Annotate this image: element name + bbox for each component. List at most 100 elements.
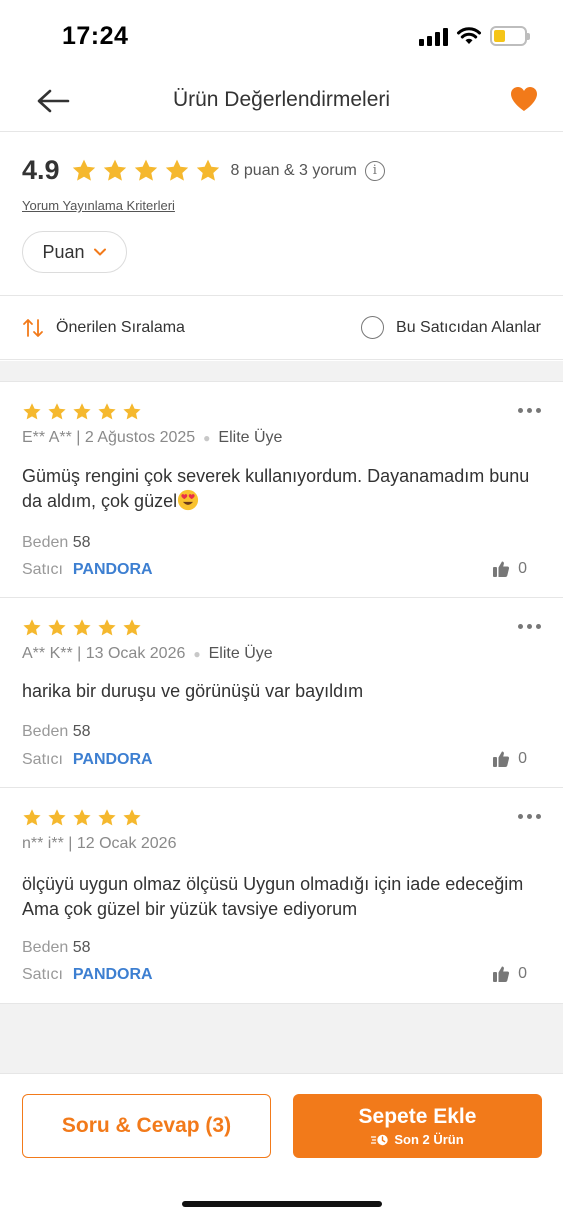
status-icons	[419, 26, 530, 46]
review-author-date: E** A** | 2 Ağustos 2025	[22, 429, 196, 446]
size-value: 58	[72, 534, 91, 551]
filter-label: Puan	[42, 241, 85, 262]
size-label: Beden	[22, 534, 69, 551]
star-icon	[48, 403, 66, 420]
review-meta: A** K** | 13 Ocak 2026 ● Elite Üye	[22, 645, 273, 663]
star-icon	[48, 619, 66, 636]
wifi-icon	[457, 27, 481, 44]
star-icon	[165, 159, 188, 181]
thumbs-up-icon	[493, 561, 510, 577]
review-author-date: A** K** | 13 Ocak 2026	[22, 645, 186, 662]
signal-icon	[419, 27, 448, 46]
section-divider	[0, 361, 563, 382]
star-icon	[73, 809, 91, 826]
page-title: Ürün Değerlendirmeleri	[172, 88, 391, 111]
seller-link[interactable]: PANDORA	[73, 561, 153, 579]
seller-label: Satıcı	[22, 561, 63, 578]
seller-label: Satıcı	[22, 751, 63, 768]
rating-summary: 4.9 8 puan & 3 yorum i Yorum Yayınlama K…	[0, 133, 563, 296]
stock-notice-text: Son 2 Ürün	[394, 1132, 464, 1147]
app-header: Ürün Değerlendirmeleri	[0, 75, 563, 132]
average-stars	[71, 158, 221, 184]
seller-filter-toggle[interactable]: Bu Satıcıdan Alanlar	[361, 316, 541, 339]
seller-link[interactable]: PANDORA	[73, 751, 153, 769]
qa-button[interactable]: Soru & Cevap (3)	[22, 1094, 271, 1158]
like-count: 0	[518, 750, 527, 767]
sort-icon	[23, 319, 43, 337]
more-icon[interactable]	[518, 408, 541, 413]
seller-link[interactable]: PANDORA	[73, 966, 153, 984]
review-meta: E** A** | 2 Ağustos 2025 ● Elite Üye	[22, 429, 282, 447]
more-icon[interactable]	[518, 624, 541, 629]
star-icon	[72, 159, 95, 181]
review-stars	[22, 402, 142, 422]
clock-icon	[371, 1134, 389, 1145]
size-row: Beden 58	[22, 534, 91, 552]
heart-icon	[511, 87, 537, 111]
size-label: Beden	[22, 939, 69, 956]
review-comment: Gümüş rengini çok severek kullanıyordum.…	[22, 464, 541, 514]
sort-button[interactable]: Önerilen Sıralama	[22, 317, 185, 339]
star-icon	[123, 403, 141, 420]
thumbs-up-icon	[493, 966, 510, 982]
stock-notice: Son 2 Ürün	[371, 1132, 464, 1147]
member-badge: Elite Üye	[218, 429, 283, 446]
review-stars	[22, 618, 142, 638]
star-icon	[98, 619, 116, 636]
star-icon	[23, 809, 41, 826]
like-button[interactable]: 0	[492, 750, 527, 768]
review-card: A** K** | 13 Ocak 2026 ● Elite Üye harik…	[0, 598, 563, 788]
star-icon	[103, 159, 126, 181]
sort-row: Önerilen Sıralama Bu Satıcıdan Alanlar	[0, 297, 563, 360]
star-icon	[23, 403, 41, 420]
sort-label: Önerilen Sıralama	[56, 319, 185, 336]
like-count: 0	[518, 965, 527, 982]
review-comment: ölçüyü uygun olmaz ölçüsü Uygun olmadığı…	[22, 874, 524, 919]
star-icon	[73, 619, 91, 636]
average-score: 4.9	[22, 155, 60, 185]
member-badge: Elite Üye	[208, 645, 273, 662]
heart-eyes-emoji-icon	[178, 489, 199, 511]
bottom-action-bar: Soru & Cevap (3) Sepete Ekle Son 2 Ürün	[0, 1073, 563, 1219]
battery-icon	[490, 26, 530, 46]
size-value: 58	[72, 939, 91, 956]
star-icon	[196, 159, 219, 181]
size-label: Beden	[22, 723, 69, 740]
rating-filter-button[interactable]: Puan	[22, 231, 127, 273]
status-bar: 17:24	[0, 0, 563, 75]
star-icon	[48, 809, 66, 826]
star-icon	[134, 159, 157, 181]
star-icon	[73, 403, 91, 420]
seller-row: Satıcı PANDORA	[22, 966, 153, 984]
radio-icon[interactable]	[361, 316, 385, 339]
star-icon	[98, 403, 116, 420]
size-row: Beden 58	[22, 723, 91, 741]
review-card: E** A** | 2 Ağustos 2025 ● Elite Üye Güm…	[0, 382, 563, 598]
thumbs-up-icon	[493, 751, 510, 767]
star-icon	[123, 809, 141, 826]
separator-dot: ●	[203, 431, 211, 445]
review-author-date: n** i** | 12 Ocak 2026	[22, 835, 177, 852]
list-end-spacer	[0, 1004, 563, 1073]
info-icon[interactable]: i	[364, 160, 385, 181]
size-row: Beden 58	[22, 939, 91, 957]
review-comment: harika bir duruşu ve görünüşü var bayıld…	[22, 681, 364, 701]
review-comment-text: Gümüş rengini çok severek kullanıyordum.…	[22, 466, 530, 511]
star-icon	[123, 619, 141, 636]
favorite-button[interactable]	[509, 85, 541, 115]
separator-dot: ●	[193, 647, 201, 661]
criteria-link[interactable]: Yorum Yayınlama Kriterleri	[22, 198, 175, 213]
seller-row: Satıcı PANDORA	[22, 751, 153, 769]
size-value: 58	[72, 723, 91, 740]
status-time: 17:24	[62, 22, 129, 50]
like-button[interactable]: 0	[492, 965, 527, 983]
star-icon	[98, 809, 116, 826]
like-button[interactable]: 0	[492, 560, 527, 578]
add-to-cart-button[interactable]: Sepete Ekle Son 2 Ürün	[293, 1094, 542, 1158]
review-card: n** i** | 12 Ocak 2026 ölçüyü uygun olma…	[0, 788, 563, 1004]
score-row: 4.9 8 puan & 3 yorum i	[22, 155, 385, 186]
home-indicator[interactable]	[182, 1201, 382, 1207]
seller-label: Satıcı	[22, 966, 63, 983]
seller-row: Satıcı PANDORA	[22, 561, 153, 579]
more-icon[interactable]	[518, 814, 541, 819]
